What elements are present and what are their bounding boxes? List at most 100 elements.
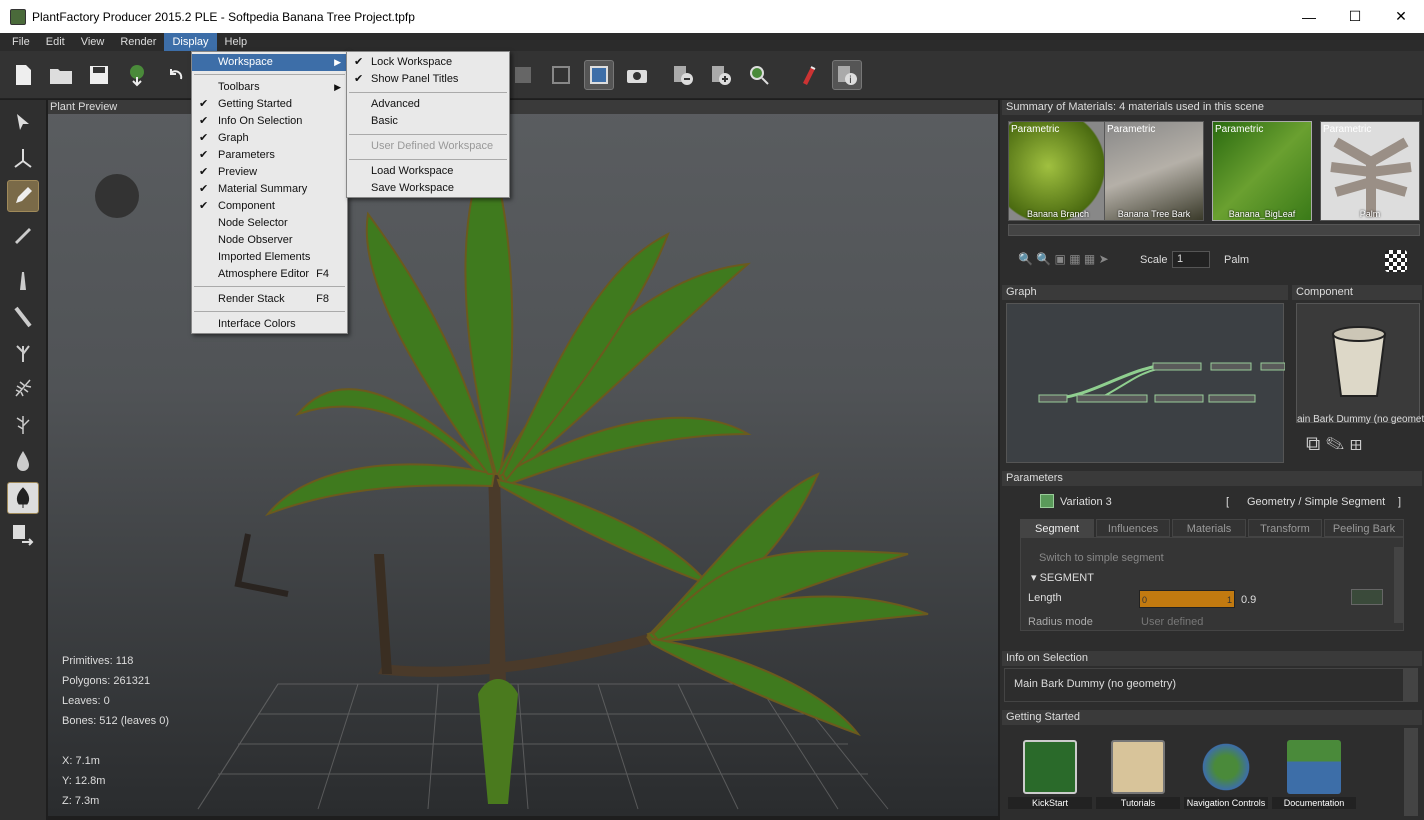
checker-icon[interactable] bbox=[1385, 250, 1407, 272]
transform-axis-icon[interactable] bbox=[7, 142, 39, 174]
item-label: Show Panel Titles bbox=[371, 73, 459, 85]
menu-item-render-stack[interactable]: Render Stack F8 bbox=[192, 291, 347, 308]
menu-item-node-selector[interactable]: Node Selector bbox=[192, 215, 347, 232]
menu-item-info-on-selection[interactable]: ✔ Info On Selection bbox=[192, 113, 347, 130]
paint-icon[interactable] bbox=[794, 60, 824, 90]
close-button[interactable]: ✕ bbox=[1378, 0, 1424, 33]
trunk-icon[interactable] bbox=[7, 264, 39, 296]
tab-segment[interactable]: Segment bbox=[1020, 519, 1094, 537]
search-plant-icon[interactable] bbox=[744, 60, 774, 90]
info-icon[interactable]: i bbox=[832, 60, 862, 90]
add-node-icon[interactable] bbox=[706, 60, 736, 90]
maximize-button[interactable]: ☐ bbox=[1332, 0, 1378, 33]
select-arrow-icon[interactable] bbox=[7, 106, 39, 138]
item-label: Load Workspace bbox=[371, 165, 454, 177]
item-label: Basic bbox=[371, 115, 398, 127]
length-curve-button[interactable] bbox=[1351, 589, 1383, 605]
menu-item-material-summary[interactable]: ✔ Material Summary bbox=[192, 181, 347, 198]
submenu-item-load-workspace[interactable]: Load Workspace bbox=[347, 163, 509, 180]
submenu-item-lock-workspace[interactable]: ✔ Lock Workspace bbox=[347, 54, 509, 71]
menu-item-preview[interactable]: ✔ Preview bbox=[192, 164, 347, 181]
component-export-icon[interactable] bbox=[7, 518, 39, 550]
navigation-controls-item[interactable]: Navigation Controls bbox=[1184, 740, 1268, 809]
twig-icon[interactable] bbox=[7, 336, 39, 368]
graph-canvas[interactable] bbox=[1006, 303, 1286, 463]
radius-mode-value[interactable]: User defined bbox=[1141, 616, 1203, 628]
export-plant-icon[interactable] bbox=[122, 60, 152, 90]
section-label: SEGMENT bbox=[1039, 572, 1094, 584]
length-slider[interactable]: 0 1 bbox=[1139, 590, 1235, 608]
tab-influences[interactable]: Influences bbox=[1096, 519, 1170, 537]
menu-render[interactable]: Render bbox=[112, 33, 164, 51]
tab-peeling-bark[interactable]: Peeling Bark bbox=[1324, 519, 1404, 537]
menu-item-getting-started[interactable]: ✔ Getting Started bbox=[192, 96, 347, 113]
menu-view[interactable]: View bbox=[73, 33, 113, 51]
submenu-item-save-workspace[interactable]: Save Workspace bbox=[347, 180, 509, 197]
navigation-controls-icon bbox=[1199, 740, 1253, 794]
getting-started-scrollbar[interactable] bbox=[1404, 728, 1418, 816]
menu-item-component[interactable]: ✔ Component bbox=[192, 198, 347, 215]
render-region-icon[interactable] bbox=[546, 60, 576, 90]
knife-icon[interactable] bbox=[7, 218, 39, 250]
menu-item-atmosphere-editor[interactable]: Atmosphere Editor F4 bbox=[192, 266, 347, 283]
open-folder-icon[interactable] bbox=[46, 60, 76, 90]
frond-icon[interactable] bbox=[7, 372, 39, 404]
material-banana-tree-bark[interactable]: Parametric Banana Tree Bark bbox=[1104, 121, 1204, 221]
item-label: Graph bbox=[218, 132, 249, 144]
materials-scrollbar[interactable] bbox=[1008, 224, 1420, 236]
menu-item-parameters[interactable]: ✔ Parameters bbox=[192, 147, 347, 164]
leaf-drop-icon[interactable] bbox=[7, 444, 39, 476]
svg-text:i: i bbox=[849, 75, 852, 86]
item-label: Node Observer bbox=[218, 234, 293, 246]
tab-transform[interactable]: Transform bbox=[1248, 519, 1322, 537]
menu-item-node-observer[interactable]: Node Observer bbox=[192, 232, 347, 249]
submenu-item-user-defined-workspace: User Defined Workspace bbox=[347, 138, 509, 155]
item-label: Material Summary bbox=[218, 183, 308, 195]
submenu-item-show-panel-titles[interactable]: ✔ Show Panel Titles bbox=[347, 71, 509, 88]
menu-item-graph[interactable]: ✔ Graph bbox=[192, 130, 347, 147]
pencil-icon[interactable] bbox=[7, 180, 39, 212]
parameters-scrollbar[interactable] bbox=[1394, 547, 1404, 623]
material-palm[interactable]: Parametric Palm bbox=[1320, 121, 1420, 221]
frame-icon[interactable] bbox=[584, 60, 614, 90]
menu-separator bbox=[194, 311, 345, 312]
menu-display[interactable]: Display bbox=[164, 33, 217, 51]
leaf-icon[interactable] bbox=[7, 482, 39, 514]
menu-item-interface-colors[interactable]: Interface Colors bbox=[192, 316, 347, 333]
materials-title: Summary of Materials: 4 materials used i… bbox=[1002, 100, 1422, 115]
branch-icon[interactable] bbox=[7, 300, 39, 332]
stat-leaves: Leaves: 0 bbox=[62, 695, 110, 707]
menu-file[interactable]: File bbox=[4, 33, 38, 51]
scale-input[interactable]: 1 bbox=[1172, 251, 1210, 268]
material-banana-branch[interactable]: Parametric Banana Branch bbox=[1008, 121, 1108, 221]
view-icon[interactable] bbox=[508, 60, 538, 90]
item-label: Save Workspace bbox=[371, 182, 454, 194]
item-label: Interface Colors bbox=[218, 318, 296, 330]
tutorials-item[interactable]: Tutorials bbox=[1096, 740, 1180, 809]
save-icon[interactable] bbox=[84, 60, 114, 90]
material-banana-bigleaf[interactable]: Parametric Banana_BigLeaf bbox=[1212, 121, 1312, 221]
remove-node-icon[interactable] bbox=[668, 60, 698, 90]
minimize-button[interactable]: — bbox=[1286, 0, 1332, 33]
camera-icon[interactable] bbox=[622, 60, 652, 90]
menu-item-imported-elements[interactable]: Imported Elements bbox=[192, 249, 347, 266]
menu-edit[interactable]: Edit bbox=[38, 33, 73, 51]
documentation-item[interactable]: Documentation bbox=[1272, 740, 1356, 809]
submenu-item-advanced[interactable]: Advanced bbox=[347, 96, 509, 113]
parameters-title: Parameters bbox=[1002, 471, 1422, 486]
app-icon bbox=[10, 8, 26, 25]
component-action-icons[interactable]: ⧉ ✎ ⊞ bbox=[1306, 433, 1416, 463]
sapling-icon[interactable] bbox=[7, 408, 39, 440]
menu-help[interactable]: Help bbox=[217, 33, 256, 51]
submenu-item-basic[interactable]: Basic bbox=[347, 113, 509, 130]
new-file-icon[interactable] bbox=[8, 60, 38, 90]
info-scrollbar[interactable] bbox=[1404, 668, 1418, 702]
kickstart-item[interactable]: KickStart bbox=[1008, 740, 1092, 809]
navigation-controls-label: Navigation Controls bbox=[1184, 797, 1268, 809]
switch-simple-segment[interactable]: Switch to simple segment bbox=[1039, 552, 1164, 564]
menu-item-toolbars[interactable]: Toolbars ▶ bbox=[192, 79, 347, 96]
undo-icon[interactable] bbox=[160, 60, 190, 90]
menu-item-workspace[interactable]: Workspace ▶ bbox=[192, 54, 347, 71]
tab-materials[interactable]: Materials bbox=[1172, 519, 1246, 537]
material-tool-icons[interactable]: 🔍 🔍 ▣ ▦ ▦ ➤ bbox=[1018, 252, 1138, 268]
